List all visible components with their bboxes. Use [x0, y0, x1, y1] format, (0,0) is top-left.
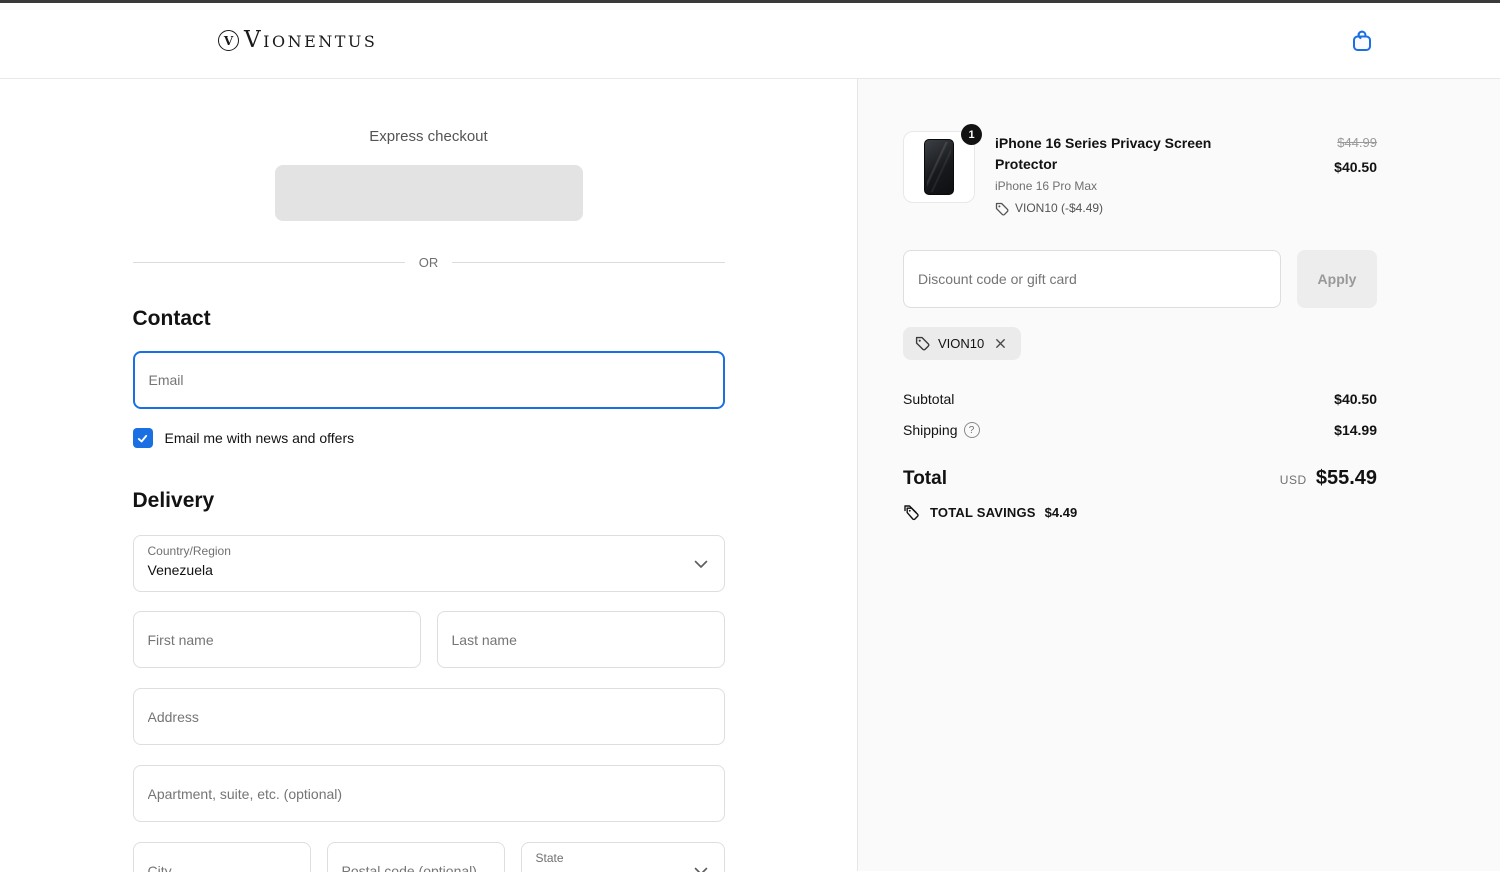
total-row: Total USD $55.49	[903, 467, 1377, 490]
product-thumbnail: 1	[903, 124, 982, 203]
product-title: iPhone 16 Series Privacy Screen Protecto…	[995, 135, 1212, 172]
total-savings-row: TOTAL SAVINGS $4.49	[903, 504, 1377, 521]
apply-button[interactable]: Apply	[1297, 250, 1377, 308]
savings-value: $4.49	[1044, 505, 1078, 520]
shipping-row: Shipping ? $14.99	[903, 422, 1377, 438]
last-name-input[interactable]	[436, 611, 725, 668]
divider-line	[132, 262, 405, 263]
or-divider: OR	[132, 255, 725, 270]
discount-code-input[interactable]	[903, 250, 1281, 308]
item-discount-tag: VION10 (-$4.49)	[995, 201, 1243, 216]
remove-discount-button[interactable]	[992, 335, 1009, 352]
newsletter-checkbox[interactable]	[132, 428, 153, 448]
total-value: $55.49	[1315, 467, 1377, 489]
apartment-input[interactable]	[132, 765, 725, 822]
current-price: $40.50	[1334, 159, 1377, 175]
newsletter-label: Email me with news and offers	[164, 430, 355, 446]
checkout-header: V VIONENTUS	[0, 3, 1500, 79]
bag-icon	[1349, 27, 1375, 55]
email-input[interactable]	[132, 351, 725, 409]
tag-icon	[915, 336, 930, 351]
country-select[interactable]: Country/Region Venezuela	[132, 535, 725, 592]
double-tag-icon	[903, 504, 921, 521]
country-value: Venezuela	[147, 562, 213, 578]
chevron-down-icon	[694, 560, 708, 569]
or-label: OR	[418, 255, 439, 270]
tag-icon	[995, 202, 1009, 216]
subtotal-label: Subtotal	[903, 391, 955, 407]
divider-line	[452, 262, 725, 263]
first-name-input[interactable]	[132, 611, 421, 668]
total-label: Total	[903, 467, 947, 489]
quantity-badge: 1	[961, 124, 982, 145]
savings-label: TOTAL SAVINGS	[930, 505, 1036, 520]
cart-button[interactable]	[1347, 25, 1377, 57]
store-logo[interactable]: V VIONENTUS	[218, 29, 377, 52]
original-price: $44.99	[1337, 135, 1377, 150]
store-name: VIONENTUS	[244, 27, 378, 53]
product-image	[924, 139, 954, 195]
state-label: State	[535, 851, 564, 865]
address-input[interactable]	[132, 688, 725, 745]
discount-chip: VION10	[903, 327, 1022, 360]
express-checkout-label: Express checkout	[369, 128, 488, 145]
logo-mark-icon: V	[218, 30, 239, 51]
checkout-form-column: Express checkout OR Contact Email me wit…	[0, 79, 857, 872]
contact-heading: Contact	[132, 307, 211, 330]
subtotal-value: $40.50	[1334, 391, 1377, 407]
state-select[interactable]: State Aragua	[520, 842, 725, 872]
line-item: 1 iPhone 16 Series Privacy Screen Protec…	[903, 124, 1377, 216]
applied-discount-code: VION10	[938, 336, 985, 351]
chevron-down-icon	[694, 867, 708, 872]
order-summary-panel: 1 iPhone 16 Series Privacy Screen Protec…	[857, 79, 1500, 871]
subtotal-row: Subtotal $40.50	[903, 391, 1377, 407]
shipping-label: Shipping	[903, 422, 958, 438]
shipping-help-icon[interactable]: ?	[963, 422, 980, 438]
state-value: Aragua	[536, 868, 684, 872]
product-variant: iPhone 16 Pro Max	[995, 179, 1098, 193]
city-input[interactable]	[132, 842, 311, 872]
postal-code-input[interactable]	[326, 842, 505, 872]
delivery-heading: Delivery	[132, 489, 215, 512]
currency-code: USD	[1279, 473, 1307, 487]
close-icon	[994, 337, 1007, 350]
shipping-value: $14.99	[1334, 422, 1377, 438]
express-payment-button-skeleton[interactable]	[274, 165, 583, 221]
country-label: Country/Region	[147, 544, 231, 558]
checkmark-icon	[136, 432, 149, 445]
